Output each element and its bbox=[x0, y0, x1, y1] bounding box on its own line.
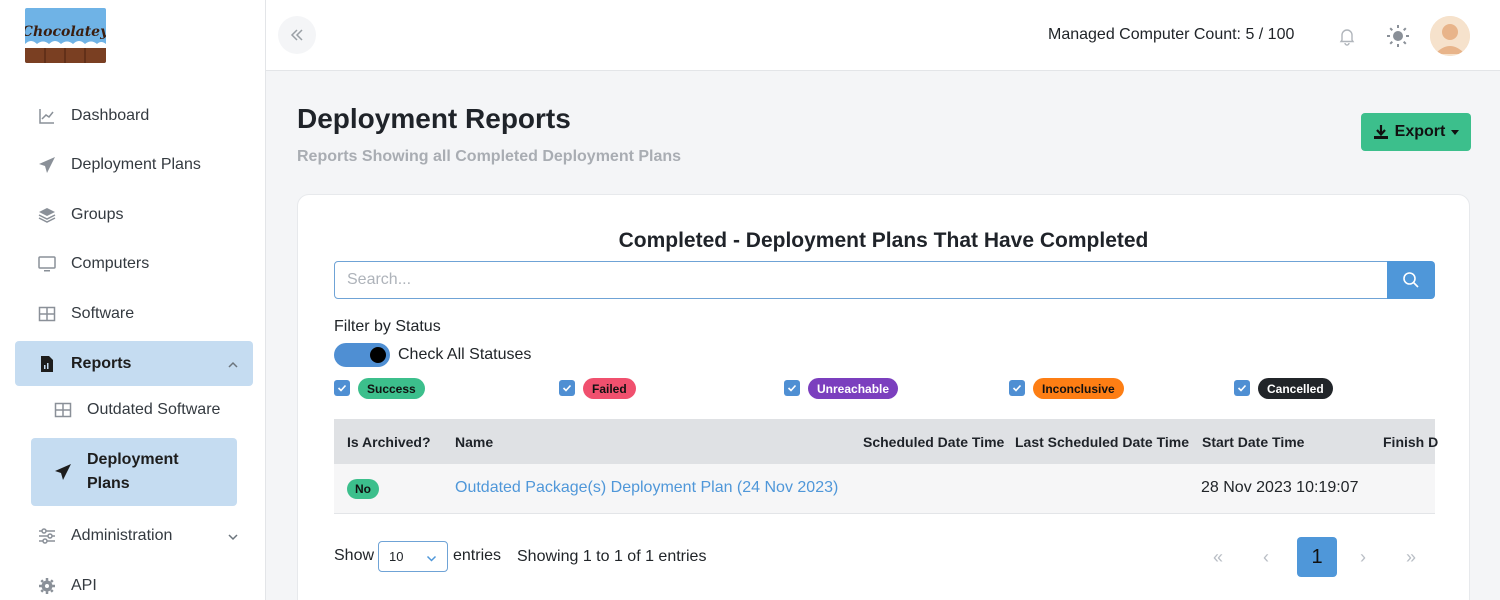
page-button-1[interactable]: 1 bbox=[1297, 537, 1337, 577]
sliders-icon bbox=[37, 526, 57, 546]
double-chevron-left-icon bbox=[290, 29, 303, 41]
table-info: Showing 1 to 1 of 1 entries bbox=[517, 548, 707, 565]
checkmark-icon bbox=[787, 384, 797, 392]
sidebar-item-groups[interactable]: Groups bbox=[15, 192, 253, 237]
status-badge-inconclusive: Inconclusive bbox=[1033, 378, 1124, 399]
column-header-finish-date-time[interactable]: Finish D bbox=[1383, 434, 1438, 450]
status-badge-cancelled: Cancelled bbox=[1258, 378, 1333, 399]
sidebar-item-computers[interactable]: Computers bbox=[15, 241, 253, 286]
layers-icon bbox=[37, 205, 57, 225]
column-header-is-archived[interactable]: Is Archived? bbox=[347, 434, 431, 450]
caret-down-icon bbox=[1451, 129, 1460, 135]
sidebar-item-label: Administration bbox=[71, 526, 173, 544]
entries-label: entries bbox=[453, 547, 502, 564]
sidebar-item-label: Groups bbox=[71, 205, 124, 223]
bell-icon[interactable] bbox=[1337, 26, 1357, 46]
checkmark-icon bbox=[1012, 384, 1022, 392]
sidebar-item-label: Reports bbox=[71, 354, 132, 372]
user-avatar[interactable] bbox=[1430, 16, 1470, 56]
sidebar-subitem-outdated-software[interactable]: Outdated Software bbox=[31, 390, 237, 430]
sidebar-subitem-deployment-plans[interactable]: Deployment Plans bbox=[31, 438, 237, 506]
export-button-label: Export bbox=[1394, 123, 1446, 140]
export-button[interactable]: Export bbox=[1361, 113, 1471, 151]
deployment-plan-link[interactable]: Outdated Package(s) Deployment Plan (24 … bbox=[455, 479, 838, 497]
column-header-start-date-time[interactable]: Start Date Time bbox=[1202, 434, 1304, 450]
table-header: Is Archived? Name Scheduled Date Time La… bbox=[334, 419, 1438, 464]
check-all-statuses-label: Check All Statuses bbox=[398, 346, 532, 363]
sidebar-item-dashboard[interactable]: Dashboard bbox=[15, 93, 253, 138]
download-icon bbox=[1373, 125, 1388, 139]
chevron-down-icon bbox=[227, 530, 239, 542]
table-row: No Outdated Package(s) Deployment Plan (… bbox=[334, 464, 1435, 514]
chocolatey-logo[interactable]: Chocolatey bbox=[25, 8, 106, 63]
start-date-time-cell: 28 Nov 2023 10:19:07 bbox=[1201, 479, 1359, 496]
top-bar: Managed Computer Count: 5 / 100 bbox=[266, 0, 1500, 71]
sidebar: Chocolatey Dashboard Deployment Plans Gr… bbox=[0, 0, 266, 600]
show-label: Show bbox=[334, 547, 375, 564]
check-all-statuses-toggle[interactable] bbox=[334, 343, 390, 367]
grid-icon bbox=[37, 304, 57, 324]
search-button[interactable] bbox=[1387, 261, 1435, 299]
previous-page-button[interactable]: ‹ bbox=[1246, 537, 1286, 577]
sidebar-item-label: Dashboard bbox=[71, 106, 150, 124]
chevron-up-icon bbox=[227, 358, 239, 370]
search-icon bbox=[1403, 272, 1419, 288]
page-subtitle: Reports Showing all Completed Deployment… bbox=[297, 148, 682, 165]
sidebar-item-deployment-plans[interactable]: Deployment Plans bbox=[15, 142, 253, 187]
paper-plane-icon bbox=[37, 155, 57, 175]
status-badge-success: Success bbox=[358, 378, 425, 399]
file-report-icon bbox=[37, 354, 57, 374]
search-input[interactable]: Search... bbox=[334, 261, 1388, 299]
page-length-value: 10 bbox=[389, 549, 404, 564]
status-checkbox-success[interactable] bbox=[334, 380, 350, 396]
status-checkbox-inconclusive[interactable] bbox=[1009, 380, 1025, 396]
sidebar-item-label: Software bbox=[71, 304, 135, 322]
status-checkbox-cancelled[interactable] bbox=[1234, 380, 1250, 396]
monitor-icon bbox=[37, 254, 57, 274]
sidebar-item-software[interactable]: Software bbox=[15, 291, 253, 336]
checkmark-icon bbox=[1237, 384, 1247, 392]
report-card: Completed - Deployment Plans That Have C… bbox=[297, 194, 1470, 600]
sidebar-item-administration[interactable]: Administration bbox=[15, 513, 253, 558]
first-page-button[interactable]: « bbox=[1198, 537, 1238, 577]
page-title: Deployment Reports bbox=[297, 103, 571, 134]
status-badge-failed: Failed bbox=[583, 378, 636, 399]
column-header-last-scheduled-date-time[interactable]: Last Scheduled Date Time bbox=[1015, 434, 1189, 450]
toggle-knob bbox=[370, 347, 386, 363]
chart-line-icon bbox=[37, 106, 57, 126]
chevron-down-icon bbox=[426, 552, 437, 563]
paper-plane-icon bbox=[53, 462, 73, 482]
status-checkbox-unreachable[interactable] bbox=[784, 380, 800, 396]
sidebar-subitem-label: Deployment Plans bbox=[87, 451, 179, 492]
card-title: Completed - Deployment Plans That Have C… bbox=[618, 229, 1149, 252]
archived-badge: No bbox=[347, 479, 379, 499]
theme-toggle-sun-icon[interactable] bbox=[1386, 24, 1410, 48]
sidebar-subitem-label: Outdated Software bbox=[87, 401, 221, 418]
managed-computer-count: Managed Computer Count: 5 / 100 bbox=[1048, 26, 1295, 43]
page-length-select[interactable]: 10 bbox=[378, 541, 448, 572]
sidebar-item-label: Computers bbox=[71, 254, 150, 272]
checkmark-icon bbox=[562, 384, 572, 392]
filter-by-status-label: Filter by Status bbox=[334, 318, 441, 335]
search-placeholder: Search... bbox=[347, 271, 412, 288]
column-header-scheduled-date-time[interactable]: Scheduled Date Time bbox=[863, 434, 1004, 450]
collapse-sidebar-button[interactable] bbox=[278, 16, 316, 54]
grid-icon bbox=[53, 400, 73, 420]
sidebar-item-label: API bbox=[71, 576, 97, 594]
status-checkbox-failed[interactable] bbox=[559, 380, 575, 396]
sidebar-item-api[interactable]: API bbox=[15, 563, 253, 600]
checkmark-icon bbox=[337, 384, 347, 392]
status-badge-unreachable: Unreachable bbox=[808, 378, 899, 399]
sidebar-item-label: Deployment Plans bbox=[71, 155, 201, 173]
sidebar-item-reports[interactable]: Reports bbox=[15, 341, 253, 386]
column-header-name[interactable]: Name bbox=[455, 434, 493, 450]
logo-text: Chocolatey bbox=[25, 24, 106, 40]
last-page-button[interactable]: » bbox=[1391, 537, 1431, 577]
gear-icon bbox=[37, 576, 57, 596]
next-page-button[interactable]: › bbox=[1343, 537, 1383, 577]
